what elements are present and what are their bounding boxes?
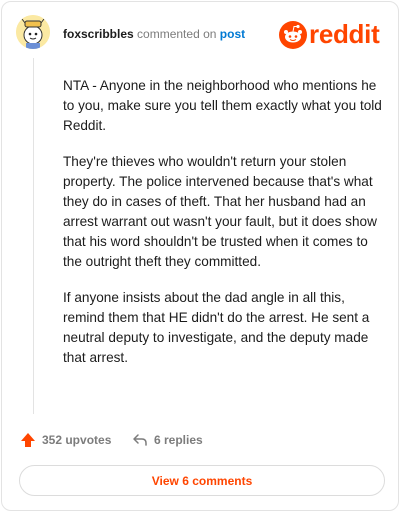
comment-header: foxscribbles commented on post reddit — [2, 2, 400, 64]
comment-card: foxscribbles commented on post reddit NT… — [1, 1, 399, 511]
post-link[interactable]: post — [220, 27, 245, 41]
comment-byline: foxscribbles commented on post — [63, 27, 245, 41]
reddit-logo[interactable]: reddit — [279, 19, 387, 49]
username-link[interactable]: foxscribbles — [63, 27, 134, 41]
reply-arrow-icon — [133, 434, 147, 446]
reply-button[interactable]: 6 replies — [132, 430, 203, 450]
reddit-snoo-icon — [279, 21, 307, 49]
upvote-count: 352 upvotes — [42, 433, 112, 447]
comment-paragraph: They're thieves who wouldn't return your… — [63, 154, 377, 269]
comment-body: NTA - Anyone in the neighborhood who men… — [63, 76, 389, 384]
avatar-icon — [16, 15, 50, 49]
comment-paragraph: If anyone insists about the dad angle in… — [63, 290, 370, 365]
reddit-wordmark: reddit — [309, 19, 380, 49]
reply-count: 6 replies — [154, 433, 203, 447]
thread-line — [33, 58, 34, 414]
upvote-arrow-icon — [21, 433, 35, 447]
action-text: commented on — [137, 27, 217, 41]
view-comments-button[interactable]: View 6 comments — [19, 465, 385, 496]
user-avatar[interactable] — [16, 15, 50, 49]
comment-actions: 352 upvotes 6 replies — [18, 430, 378, 450]
upvote-button[interactable]: 352 upvotes — [20, 430, 111, 450]
comment-paragraph: NTA - Anyone in the neighborhood who men… — [63, 78, 382, 133]
